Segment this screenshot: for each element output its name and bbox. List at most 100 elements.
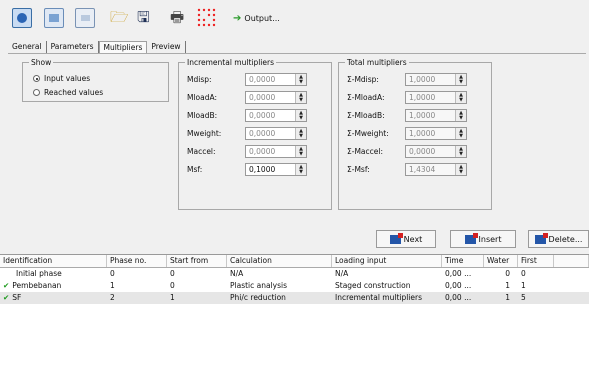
column-header-loading-input[interactable]: Loading input — [332, 255, 442, 267]
tab-general[interactable]: General — [8, 41, 47, 53]
delete-label: Delete... — [548, 234, 583, 244]
maccel-input[interactable]: 0,0000 ▲ ▼ — [245, 145, 307, 158]
tab-multipliers[interactable]: Multipliers — [98, 41, 148, 53]
cell-calculation: Phi/c reduction — [230, 293, 286, 302]
total-mloadb-row: Σ-MloadB: 1,0000 ▲ ▼ — [347, 109, 467, 122]
cell-start-from: 1 — [170, 293, 175, 302]
cell-loading-input: Staged construction — [335, 281, 411, 290]
reached-values-label: Reached values — [44, 88, 104, 97]
input-values-label: Input values — [44, 74, 91, 83]
column-header-start-from[interactable]: Start from — [167, 255, 227, 267]
maccel-label: Maccel: — [187, 147, 216, 156]
mdisp-input[interactable]: 0,0000 ▲ ▼ — [245, 73, 307, 86]
next-label: Next — [403, 234, 423, 244]
mloada-row: MloadA: 0,0000 ▲ ▼ — [187, 91, 307, 104]
column-header-first[interactable]: First — [518, 255, 554, 267]
row-identification: Pembebanan — [12, 281, 62, 290]
insert-phase-icon — [464, 232, 478, 244]
spin-arrows-icon: ▲ ▼ — [455, 74, 466, 85]
total-maccel-label: Σ-Maccel: — [347, 147, 383, 156]
cell-first: 1 — [521, 281, 526, 290]
cell-phase-no: 0 — [110, 269, 115, 278]
msf-value: 0,1000 — [249, 165, 276, 174]
input-values-radio[interactable]: Input values — [33, 74, 90, 83]
reached-values-radio[interactable]: Reached values — [33, 88, 103, 97]
cell-time: 0,00 ... — [445, 293, 472, 302]
mweight-input[interactable]: 0,0000 ▲ ▼ — [245, 127, 307, 140]
cell-identification: Initial phase — [16, 269, 62, 278]
incremental-legend: Incremental multipliers — [187, 58, 275, 67]
mloadb-input[interactable]: 0,0000 ▲ ▼ — [245, 109, 307, 122]
check-icon: ✔ — [3, 293, 10, 302]
cell-calculation: Plastic analysis — [230, 281, 288, 290]
column-header-identification[interactable]: Identification — [0, 255, 107, 267]
toolbar: 🗁 🖫 🖶 ➔ Output... — [0, 0, 589, 34]
spin-arrows-icon[interactable]: ▲ ▼ — [295, 74, 306, 85]
cell-identification: ✔ Pembebanan — [0, 280, 107, 292]
output-button[interactable]: ➔ Output... — [233, 11, 280, 25]
output-program-icon[interactable] — [75, 8, 95, 28]
tab-preview[interactable]: Preview — [147, 41, 186, 53]
mweight-row: Mweight: 0,0000 ▲ ▼ — [187, 127, 307, 140]
spin-arrows-icon[interactable]: ▲ ▼ — [295, 110, 306, 121]
total-mloadb-field: 1,0000 ▲ ▼ — [405, 109, 467, 122]
spin-arrows-icon: ▲ ▼ — [455, 146, 466, 157]
msf-row: Msf: 0,1000 ▲ ▼ — [187, 163, 307, 176]
total-maccel-row: Σ-Maccel: 0,0000 ▲ ▼ — [347, 145, 467, 158]
total-msf-field: 1,4304 ▲ ▼ — [405, 163, 467, 176]
insert-button[interactable]: Insert — [450, 230, 516, 248]
input-program-icon[interactable] — [44, 8, 64, 28]
cell-first: 5 — [521, 293, 526, 302]
mdisp-label: Mdisp: — [187, 75, 212, 84]
total-mloada-row: Σ-MloadA: 1,0000 ▲ ▼ — [347, 91, 467, 104]
total-mdisp-field: 1,0000 ▲ ▼ — [405, 73, 467, 86]
table-row-selected[interactable]: ✔ SF 2 1 Phi/c reduction Incremental mult… — [0, 292, 589, 304]
mloadb-value: 0,0000 — [249, 111, 276, 120]
total-mloada-label: Σ-MloadA: — [347, 93, 385, 102]
cell-loading-input: N/A — [335, 269, 349, 278]
total-msf-label: Σ-Msf: — [347, 165, 370, 174]
spin-arrows-icon[interactable]: ▲ ▼ — [295, 146, 306, 157]
table-row[interactable]: Initial phase 0 0 N/A N/A 0,00 ... 0 0 — [0, 268, 589, 280]
insert-label: Insert — [478, 234, 502, 244]
total-msf-value: 1,4304 — [409, 165, 436, 174]
open-folder-icon[interactable]: 🗁 — [110, 7, 129, 27]
print-icon[interactable]: 🖶 — [170, 7, 184, 27]
total-mweight-label: Σ-Mweight: — [347, 129, 389, 138]
table-row[interactable]: ✔ Pembebanan 1 0 Plastic analysis Staged … — [0, 280, 589, 292]
delete-button[interactable]: Delete... — [528, 230, 589, 248]
multipliers-panel: Show Input values Reached values Increme… — [8, 53, 586, 226]
total-mweight-row: Σ-Mweight: 1,0000 ▲ ▼ — [347, 127, 467, 140]
radio-dot — [33, 89, 40, 96]
column-header-calculation[interactable]: Calculation — [227, 255, 332, 267]
tab-parameters[interactable]: Parameters — [47, 41, 99, 53]
spin-arrows-icon: ▲ ▼ — [455, 92, 466, 103]
mloadb-label: MloadB: — [187, 111, 218, 120]
cell-time: 0,00 ... — [445, 269, 472, 278]
mloada-input[interactable]: 0,0000 ▲ ▼ — [245, 91, 307, 104]
cell-start-from: 0 — [170, 281, 175, 290]
column-header-time[interactable]: Time — [442, 255, 484, 267]
column-header-phase-no[interactable]: Phase no. — [107, 255, 167, 267]
total-mdisp-row: Σ-Mdisp: 1,0000 ▲ ▼ — [347, 73, 467, 86]
msf-input[interactable]: 0,1000 ▲ ▼ — [245, 163, 307, 176]
select-points-icon[interactable] — [196, 7, 218, 29]
total-mdisp-value: 1,0000 — [409, 75, 436, 84]
maccel-row: Maccel: 0,0000 ▲ ▼ — [187, 145, 307, 158]
table-header: Identification Phase no. Start from Calc… — [0, 255, 589, 268]
spin-arrows-icon[interactable]: ▲ ▼ — [295, 92, 306, 103]
calculate-icon[interactable] — [12, 8, 32, 28]
column-header-water[interactable]: Water — [484, 255, 518, 267]
mloada-label: MloadA: — [187, 93, 218, 102]
total-mweight-value: 1,0000 — [409, 129, 436, 138]
save-icon[interactable]: 🖫 — [137, 7, 150, 27]
cell-water: 1 — [505, 293, 510, 302]
spin-arrows-icon[interactable]: ▲ ▼ — [295, 128, 306, 139]
show-legend: Show — [31, 58, 52, 67]
total-mloadb-value: 1,0000 — [409, 111, 436, 120]
total-maccel-value: 0,0000 — [409, 147, 436, 156]
spin-arrows-icon[interactable]: ▲ ▼ — [295, 164, 306, 175]
msf-label: Msf: — [187, 165, 203, 174]
mdisp-value: 0,0000 — [249, 75, 276, 84]
next-button[interactable]: Next — [376, 230, 436, 248]
